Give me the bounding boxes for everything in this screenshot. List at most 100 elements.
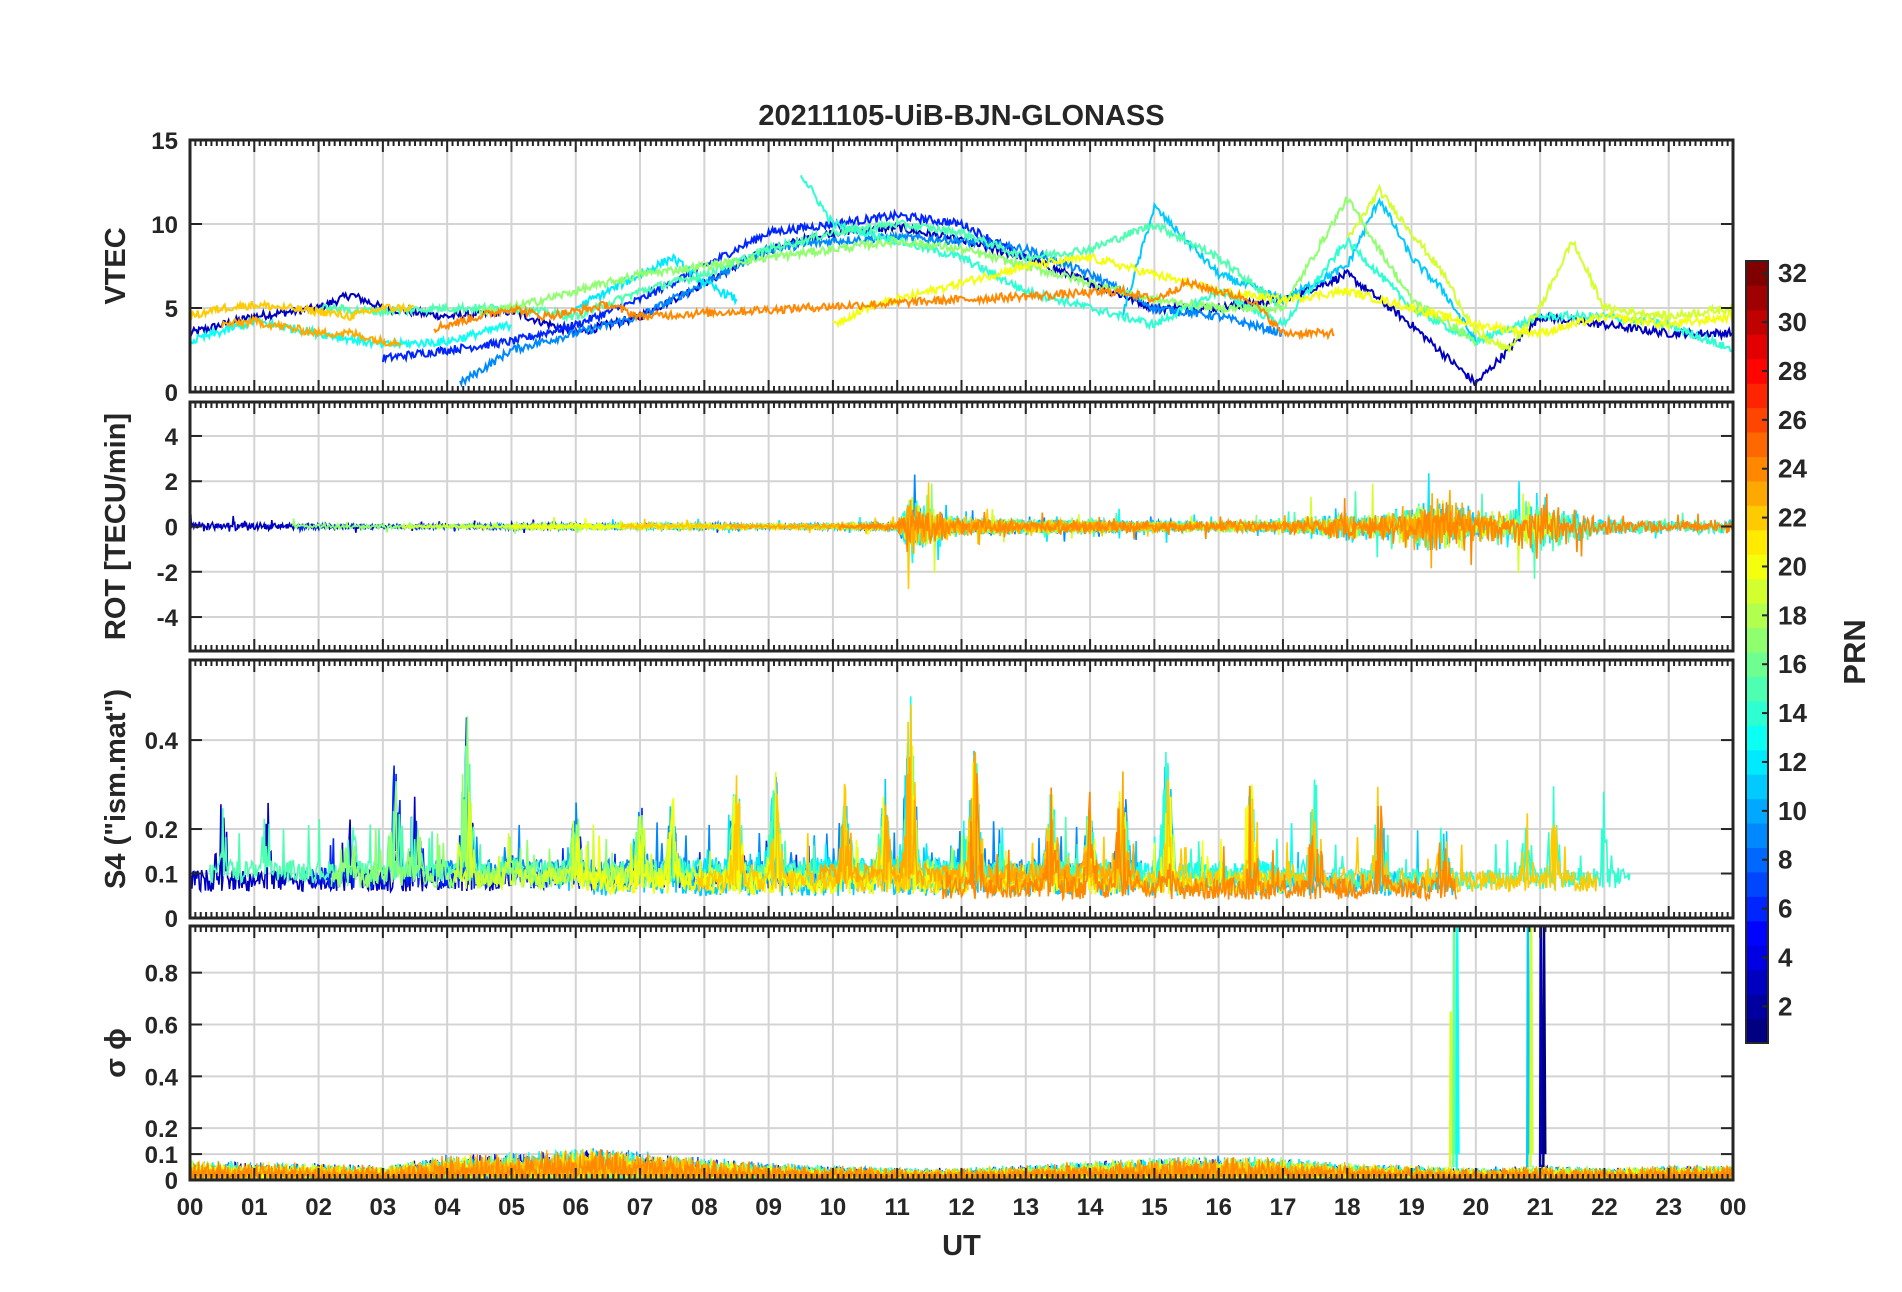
x-tick-label: 13	[1012, 1194, 1039, 1221]
colorbar-cell	[1746, 383, 1768, 409]
colorbar-cell	[1746, 969, 1768, 995]
y-tick-label: 0.1	[145, 862, 178, 889]
colorbar-cell	[1746, 871, 1768, 897]
x-tick-label: 19	[1398, 1194, 1425, 1221]
x-tick-label: 12	[948, 1194, 975, 1221]
x-tick-labels: 00 01 02 03 04 05 06 07 08 09 10 11 12 13 14 15 16 17 18 19…	[177, 1194, 1747, 1221]
chart-title: 20211105-UiB-BJN-GLONASS	[758, 100, 1164, 132]
x-tick-label: 06	[562, 1194, 589, 1221]
colorbar-tick-label: 2	[1778, 991, 1792, 1021]
rot-series-prn-9	[408, 474, 1181, 550]
figure: 20211105-UiB-BJN-GLONASS 051015VTEC-4-20…	[100, 100, 1872, 1262]
y-tick-label: 5	[165, 296, 178, 323]
colorbar-cell	[1746, 627, 1768, 653]
colorbar-tick-label: 24	[1778, 454, 1807, 484]
s4-series-prn-9	[433, 719, 1142, 884]
colorbar-cell	[1746, 578, 1768, 604]
x-tick-label: 03	[370, 1194, 397, 1221]
colorbar-tick-label: 30	[1778, 307, 1807, 337]
panel-vtec: 0 5 10 15 VTEC	[100, 128, 1735, 407]
x-axis-label: UT	[942, 1230, 981, 1262]
x-tick-label: 00	[1720, 1194, 1747, 1221]
colorbar-cell	[1746, 1018, 1768, 1044]
y-axis-label: S4 ("ism.mat")	[100, 689, 132, 889]
panels: 051015VTEC-4-2024ROT [TECU/min]00.10.20.…	[100, 128, 1735, 1195]
x-tick-label: 15	[1141, 1194, 1168, 1221]
y-tick-label: 0	[165, 380, 178, 407]
sigma-spike	[1542, 926, 1547, 1168]
x-tick-label: 11	[885, 1194, 910, 1221]
x-tick-label: 17	[1270, 1194, 1297, 1221]
y-tick-label: 0.2	[145, 817, 178, 844]
y-tick-label: 0.6	[145, 1012, 178, 1039]
y-tick-label: 4	[165, 424, 179, 451]
sigma-spike	[1526, 926, 1531, 1168]
y-tick-label: 0.8	[145, 961, 178, 988]
sigma-spike	[1452, 926, 1457, 1168]
grid	[190, 926, 1733, 1180]
colorbar-tick-label: 16	[1778, 649, 1807, 679]
colorbar-cell	[1746, 676, 1768, 702]
colorbar-tick-label: 14	[1778, 698, 1807, 728]
x-tick-label: 09	[755, 1194, 782, 1221]
rot-series-prn-17	[292, 483, 1258, 547]
y-axis-label: σ ϕ	[100, 1028, 132, 1078]
x-tick-label: 23	[1655, 1194, 1682, 1221]
x-tick-label: 14	[1077, 1194, 1104, 1221]
vtec-series-prn-11	[1121, 197, 1477, 343]
x-tick-label: 00	[177, 1194, 204, 1221]
y-tick-label: 0	[165, 1168, 178, 1195]
sigma-spike	[1448, 1011, 1454, 1168]
y-tick-label: 0.2	[145, 1116, 178, 1143]
y-tick-label: -4	[157, 605, 179, 632]
colorbar-cell	[1746, 285, 1768, 311]
colorbar: 2468101214161820222426283032	[1745, 258, 1807, 1044]
y-tick-label: 0	[165, 906, 178, 933]
sigma-spike	[1529, 926, 1534, 1168]
y-tick-label: 0	[165, 515, 178, 542]
colorbar-tick-label: 10	[1778, 796, 1807, 826]
colorbar-cell	[1746, 920, 1768, 946]
colorbar-cell	[1746, 432, 1768, 457]
panel-sigma_phi: 00.10.2 0.4 0.6 0.8 σ ϕ	[100, 924, 1735, 1195]
sigma-spike	[1455, 926, 1460, 1168]
colorbar-cell	[1746, 823, 1768, 848]
x-tick-label: 21	[1527, 1194, 1554, 1221]
y-tick-label: 0.4	[145, 1064, 179, 1091]
x-tick-label: 20	[1462, 1194, 1489, 1221]
x-tick-label: 07	[627, 1194, 654, 1221]
y-tick-label: 0.4	[145, 728, 179, 755]
colorbar-tick-label: 6	[1778, 894, 1792, 924]
y-tick-label: 2	[165, 469, 178, 496]
colorbar-cell	[1746, 725, 1768, 751]
colorbar-tick-label: 8	[1778, 845, 1792, 875]
colorbar-cell	[1746, 480, 1768, 506]
colorbar-cell	[1746, 334, 1768, 360]
y-tick-label: 0.1	[145, 1142, 178, 1169]
x-tick-label: 04	[434, 1194, 461, 1221]
sigma-spike	[1538, 926, 1544, 1168]
colorbar-tick-label: 18	[1778, 600, 1807, 630]
y-axis-label: VTEC	[100, 227, 132, 304]
y-axis-label: ROT [TECU/min]	[100, 413, 132, 640]
x-tick-label: 22	[1591, 1194, 1618, 1221]
colorbar-tick-label: 4	[1778, 942, 1793, 972]
x-tick-label: 10	[820, 1194, 847, 1221]
colorbar-tick-label: 12	[1778, 747, 1807, 777]
colorbar-label: PRN	[1837, 619, 1872, 684]
y-tick-label: 10	[151, 212, 178, 239]
colorbar-tick-label: 22	[1778, 503, 1807, 533]
x-tick-label: 02	[305, 1194, 332, 1221]
vtec-series-prn-22	[190, 299, 415, 321]
panel-rot: -4 -2 0 2 4 ROT [TECU/min]	[100, 400, 1735, 653]
y-tick-label: 15	[151, 128, 178, 155]
rot-series-prn-15	[954, 491, 1727, 579]
colorbar-tick-label: 28	[1778, 356, 1807, 386]
colorbar-cell	[1746, 774, 1768, 800]
panel-s4: 0 0.1 0.2 0.4 S4 ("ism.mat")	[100, 658, 1735, 933]
colorbar-tick-label: 32	[1778, 258, 1807, 288]
colorbar-tick-label: 26	[1778, 405, 1807, 435]
colorbar-tick-label: 20	[1778, 551, 1807, 581]
x-tick-label: 05	[498, 1194, 525, 1221]
data-s4	[190, 696, 1631, 903]
